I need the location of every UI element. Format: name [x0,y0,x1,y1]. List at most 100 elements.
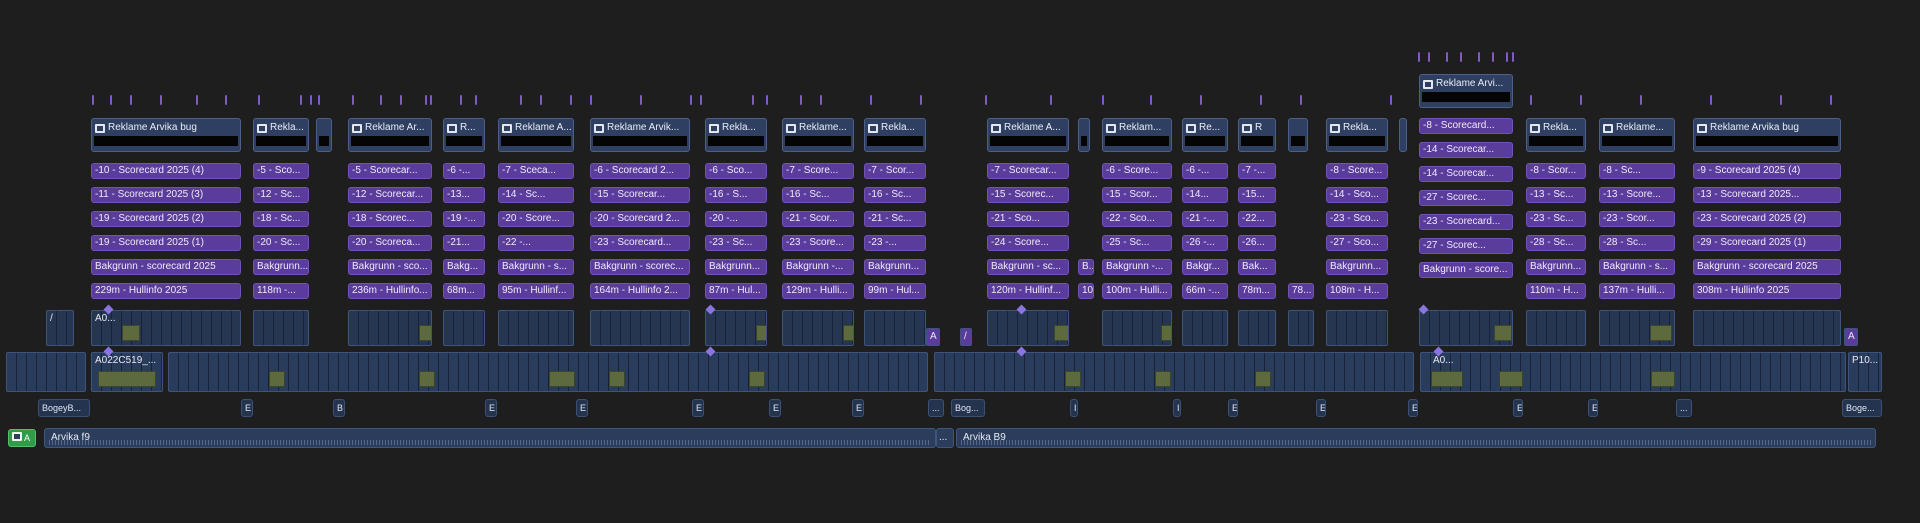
scorecard-clip[interactable]: -21 - Sc... [864,211,926,227]
hole-info-clip[interactable]: 236m - Hullinfo... [348,283,432,299]
scorecard-clip[interactable]: -20 - Scorecard 2... [590,211,690,227]
title-clip[interactable]: Rekla... [705,118,767,152]
scorecard-clip[interactable]: -15 - Scorecar... [590,187,690,203]
audio-lane-f9[interactable]: Arvika f9 [44,428,936,448]
background-clip[interactable]: Bakgrunn -... [1102,259,1172,275]
audio-clip[interactable]: E [692,399,704,417]
audio-clip[interactable]: E [769,399,781,417]
audio-clip[interactable]: ... [1676,399,1692,417]
background-clip[interactable]: Bakgrunn - s... [1599,259,1675,275]
background-clip[interactable]: Bakgrunn - score... [1419,262,1513,278]
background-clip[interactable]: Bakgrunn... [864,259,926,275]
scorecard-clip[interactable]: -21 - Sco... [987,211,1069,227]
title-clip[interactable]: Rekla... [253,118,309,152]
hole-info-clip[interactable]: 68m... [443,283,485,299]
background-clip[interactable]: Bakgrunn - scorecard 2025 [1693,259,1841,275]
connected-clip[interactable] [1419,310,1513,346]
title-clip[interactable] [1288,118,1308,152]
scorecard-clip[interactable]: -27 - Scorec... [1419,190,1513,206]
title-clip[interactable]: Reklame Arvika bug [91,118,241,152]
audio-lane-b9[interactable]: Arvika B9 [956,428,1876,448]
background-clip[interactable]: Bakg... [443,259,485,275]
audio-clip[interactable]: E [1316,399,1326,417]
background-clip[interactable]: Bakgr... [1182,259,1228,275]
scorecard-clip[interactable]: -10 - Scorecard 2025 (4) [91,163,241,179]
scorecard-clip[interactable]: -23 - Score... [782,235,854,251]
title-clip[interactable]: Reklame Ar... [348,118,432,152]
audio-clip[interactable]: E [485,399,497,417]
connected-clip[interactable]: / [960,328,972,346]
connected-clip[interactable] [590,310,690,346]
scorecard-clip[interactable]: -5 - Sco... [253,163,309,179]
scorecard-clip[interactable]: -13... [443,187,485,203]
scorecard-clip[interactable]: -21 - Scor... [782,211,854,227]
scorecard-clip[interactable]: -6 -... [1182,163,1228,179]
connected-clip[interactable] [782,310,854,346]
scorecard-clip[interactable]: -19 - Scorecard 2025 (2) [91,211,241,227]
audio-clip[interactable]: E [241,399,253,417]
scorecard-clip[interactable]: -12 - Scorecar... [348,187,432,203]
connected-clip[interactable] [443,310,485,346]
title-clip[interactable]: Rekla... [1326,118,1388,152]
hole-info-clip[interactable]: 10 [1078,283,1094,299]
connected-clip[interactable] [1182,310,1228,346]
scorecard-clip[interactable]: -24 - Score... [987,235,1069,251]
connected-clip[interactable] [1526,310,1586,346]
connected-clip[interactable] [864,310,926,346]
storyline-clip[interactable]: A022C519_... [91,352,163,392]
storyline-clip[interactable] [6,352,86,392]
audio-clip[interactable]: ... [928,399,944,417]
audio-clip[interactable]: E [576,399,588,417]
background-clip[interactable]: Bakgrunn... [1526,259,1586,275]
scorecard-clip[interactable]: -14 - Scorecar... [1419,142,1513,158]
scorecard-clip[interactable]: -20 - Score... [498,211,574,227]
scorecard-clip[interactable]: -13 - Score... [1599,187,1675,203]
scorecard-clip[interactable]: -23 - Sc... [705,235,767,251]
scorecard-clip[interactable]: -21 -... [1182,211,1228,227]
scorecard-clip[interactable]: -23 - Sco... [1326,211,1388,227]
title-clip[interactable]: Reklam... [1102,118,1172,152]
hole-info-clip[interactable]: 118m -... [253,283,309,299]
scorecard-clip[interactable]: -28 - Sc... [1526,235,1586,251]
scorecard-clip[interactable]: -23 - Scor... [1599,211,1675,227]
hole-info-clip[interactable]: 129m - Hulli... [782,283,854,299]
scorecard-clip[interactable]: -15 - Scor... [1102,187,1172,203]
background-clip[interactable]: Bakgrunn - s... [498,259,574,275]
scorecard-clip[interactable]: -20 - Scoreca... [348,235,432,251]
audio-clip[interactable]: BogeyB... [38,399,90,417]
scorecard-clip[interactable]: -29 - Scorecard 2025 (1) [1693,235,1841,251]
title-clip[interactable] [316,118,332,152]
connected-clip[interactable] [253,310,309,346]
scorecard-clip[interactable]: -12 - Sc... [253,187,309,203]
connected-clip[interactable] [1693,310,1841,346]
scorecard-clip[interactable]: -14 - Sc... [498,187,574,203]
scorecard-clip[interactable]: -16 - S... [705,187,767,203]
timeline[interactable]: Reklame Arvika bug Rekla... Reklame Ar..… [0,0,1920,523]
hole-info-clip[interactable]: 229m - Hullinfo 2025 [91,283,241,299]
scorecard-clip[interactable]: -7 - Scor... [864,163,926,179]
hole-info-clip[interactable]: 66m -... [1182,283,1228,299]
scorecard-clip[interactable]: -8 - Scorecard... [1419,118,1513,134]
title-clip[interactable] [1078,118,1090,152]
scorecard-clip[interactable]: -26... [1238,235,1276,251]
scorecard-clip[interactable]: -7 -... [1238,163,1276,179]
hole-info-clip[interactable]: 87m - Hul... [705,283,767,299]
audio-clip[interactable]: I [1173,399,1181,417]
connected-clip[interactable] [1238,310,1276,346]
connected-clip[interactable] [498,310,574,346]
background-clip[interactable]: Bakgrunn - sco... [348,259,432,275]
background-clip[interactable]: Bakgrunn - scorec... [590,259,690,275]
scorecard-clip[interactable]: -14 - Scorecar... [1419,166,1513,182]
hole-info-clip[interactable]: 78m... [1238,283,1276,299]
scorecard-clip[interactable]: -23 - Scorecard... [1419,214,1513,230]
scorecard-clip[interactable]: -7 - Sceca... [498,163,574,179]
scorecard-clip[interactable]: -22 -... [498,235,574,251]
connected-clip[interactable]: A [1844,328,1858,346]
connected-clip[interactable]: A0... [91,310,241,346]
scorecard-clip[interactable]: -6 -... [443,163,485,179]
storyline-clip[interactable]: P10... [1848,352,1882,392]
scorecard-clip[interactable]: -8 - Score... [1326,163,1388,179]
scorecard-clip[interactable]: -23 - Scorecard 2025 (2) [1693,211,1841,227]
title-clip[interactable]: R... [443,118,485,152]
audio-clip[interactable]: Boge... [1842,399,1882,417]
